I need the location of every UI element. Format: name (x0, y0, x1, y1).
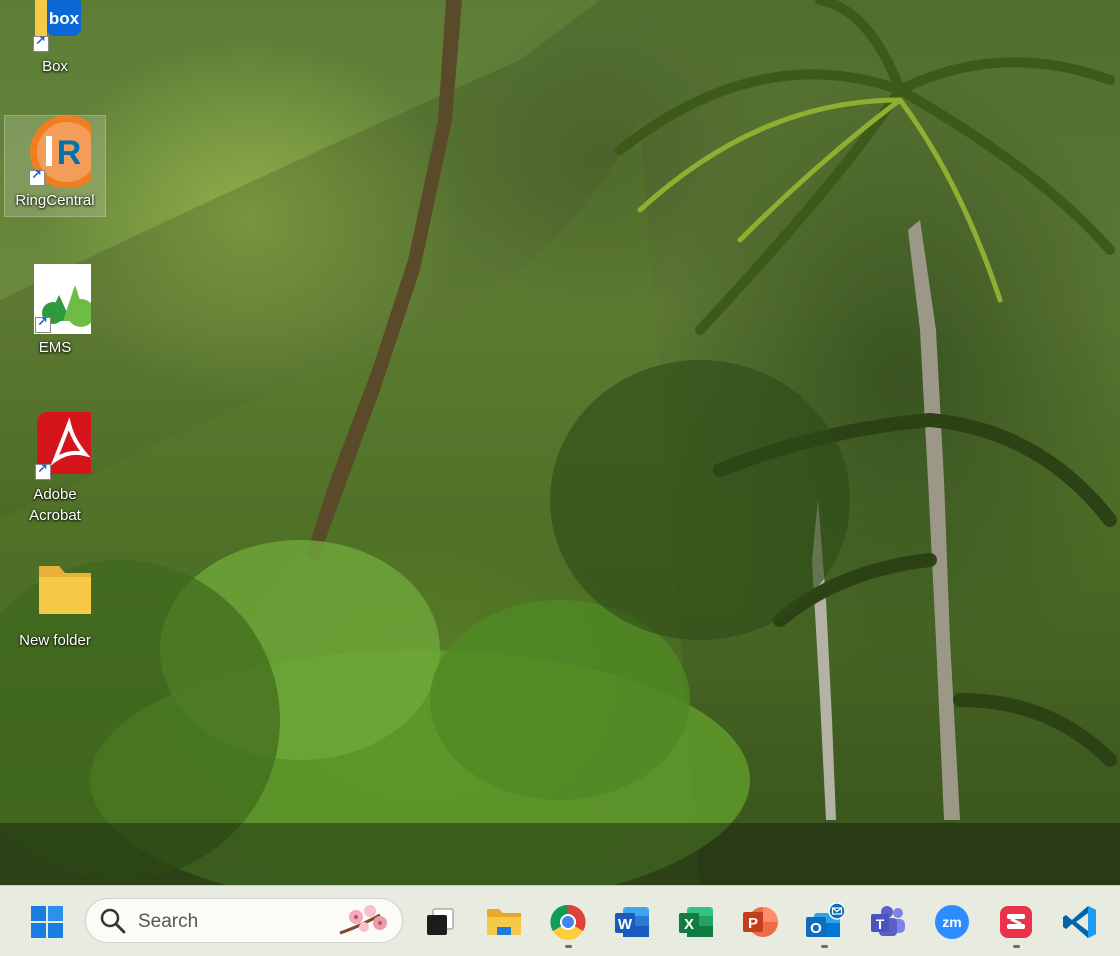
box-icon: box (19, 0, 91, 54)
shortcut-arrow-icon (35, 315, 51, 333)
desktop-icon-label: Box (42, 58, 68, 75)
powerpoint-letter: P (748, 915, 758, 932)
taskbar: Search W X P O T zm (0, 885, 1120, 956)
teams-button[interactable]: T (866, 900, 910, 944)
desktop-icon-ringcentral[interactable]: R RingCentral (4, 115, 106, 217)
start-button[interactable] (25, 900, 69, 944)
search-placeholder: Search (138, 911, 199, 932)
zoom-icon: zm (935, 905, 969, 939)
desktop-wallpaper (0, 0, 1120, 885)
ringcentral-icon: R (19, 116, 91, 188)
shortcut-arrow-icon (35, 462, 51, 480)
running-indicator (821, 945, 828, 948)
desktop-icon-adobe-acrobat[interactable]: Adobe Acrobat (5, 410, 105, 526)
powerpoint-button[interactable]: P (738, 900, 782, 944)
chrome-button[interactable] (546, 900, 590, 948)
vscode-icon (1063, 906, 1096, 938)
desktop-icon-ems[interactable]: EMS (5, 263, 105, 358)
file-explorer-button[interactable] (482, 900, 526, 944)
folder-icon (19, 556, 91, 628)
word-icon: W (615, 907, 649, 937)
wallpaper-shade-band (0, 823, 1120, 885)
task-view-icon (427, 908, 454, 935)
outlook-letter: O (810, 920, 822, 937)
ringcentral-taskbar-button[interactable] (994, 900, 1038, 948)
zoom-button[interactable]: zm (930, 900, 974, 944)
running-indicator (565, 945, 572, 948)
teams-letter: T (876, 916, 885, 932)
desktop-icon-label: EMS (38, 339, 72, 356)
outlook-icon: O (806, 903, 844, 937)
word-letter: W (618, 916, 633, 933)
file-explorer-icon (487, 909, 521, 935)
excel-letter: X (684, 916, 694, 933)
outlook-button[interactable]: O (802, 900, 846, 948)
excel-button[interactable]: X (674, 900, 718, 944)
desktop-icon-label: New folder (19, 632, 91, 649)
search-box[interactable]: Search (85, 898, 403, 943)
shortcut-arrow-icon (33, 34, 49, 52)
teams-icon: T (871, 906, 905, 936)
shortcut-arrow-icon (29, 168, 45, 186)
desktop-icon-label: RingCentral (15, 192, 95, 209)
running-indicator (1013, 945, 1020, 948)
acrobat-icon (19, 410, 91, 482)
excel-icon: X (679, 907, 713, 937)
chrome-icon (550, 904, 586, 940)
desktop-icon-box[interactable]: box Box (5, 0, 105, 77)
task-view-button[interactable] (418, 900, 462, 944)
desktop-icon-label-line1: Adobe (33, 486, 77, 503)
vscode-button[interactable] (1058, 900, 1102, 944)
ems-icon (19, 263, 91, 335)
word-button[interactable]: W (610, 900, 654, 944)
windows-start-icon (31, 906, 63, 938)
wallpaper-image (0, 0, 1120, 885)
box-badge-text: box (49, 9, 80, 28)
search-highlight-blossom-icon (339, 905, 387, 935)
zoom-letters: zm (942, 914, 961, 930)
desktop-icon-label-line2: Acrobat (29, 507, 81, 524)
ringcentral-taskbar-icon (1000, 906, 1032, 938)
search-icon (100, 908, 126, 934)
ringcentral-mark: R (57, 134, 82, 172)
powerpoint-icon: P (743, 907, 778, 937)
desktop-icon-new-folder[interactable]: New folder (5, 556, 105, 651)
